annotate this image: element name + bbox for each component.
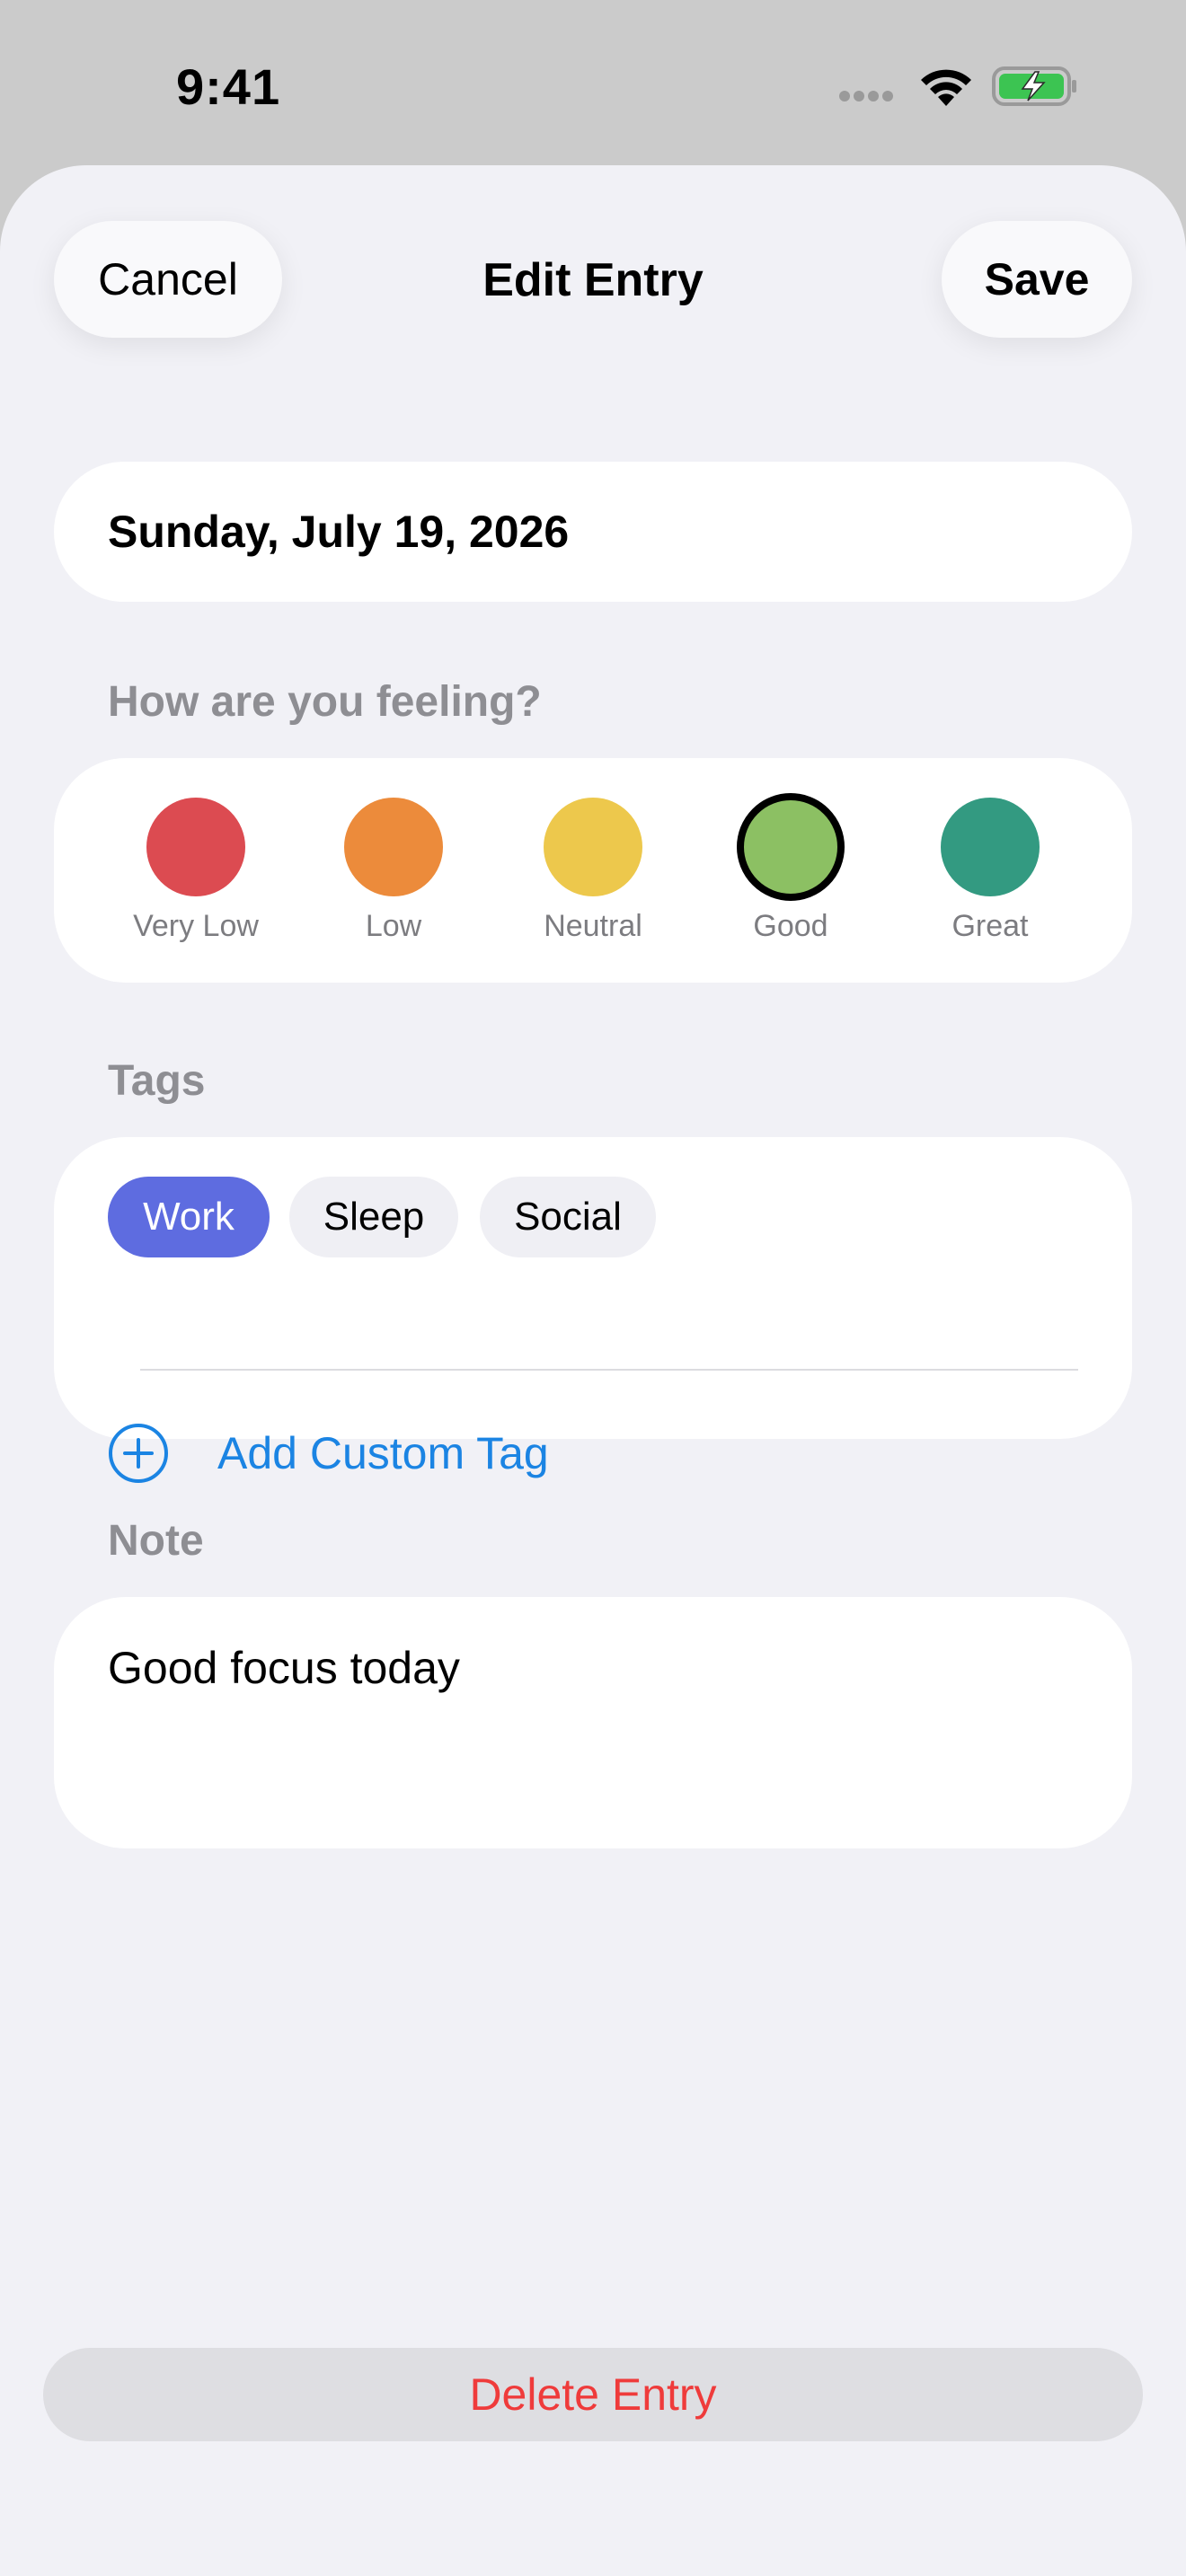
date-value: Sunday, July 19, 2026 — [108, 507, 570, 557]
plus-circle-icon — [109, 1424, 168, 1483]
mood-dot — [544, 798, 642, 896]
mood-label: Low — [365, 909, 422, 943]
add-custom-tag-button[interactable]: Add Custom Tag — [108, 1408, 549, 1498]
note-section-label: Note — [108, 1517, 204, 1565]
mood-option-very-low[interactable]: Very Low — [97, 758, 295, 944]
mood-dot — [941, 798, 1040, 896]
date-picker-field[interactable]: Sunday, July 19, 2026 — [54, 462, 1132, 602]
delete-entry-button[interactable]: Delete Entry — [43, 2348, 1143, 2441]
mood-label: Very Low — [133, 909, 259, 943]
tags-card: Work Sleep Social Add Custom Tag — [54, 1137, 1132, 1483]
mood-label: Great — [951, 909, 1029, 943]
edit-entry-sheet: Cancel Edit Entry Save Sunday, July 19, … — [0, 165, 1186, 2576]
wifi-icon — [921, 69, 971, 106]
mood-option-low[interactable]: Low — [295, 758, 492, 944]
add-custom-tag-label: Add Custom Tag — [217, 1428, 549, 1478]
note-field[interactable]: Good focus today — [54, 1597, 1132, 1848]
mood-option-great[interactable]: Great — [891, 758, 1089, 944]
tag-chip-social[interactable]: Social — [480, 1177, 656, 1257]
mood-label: Good — [753, 909, 828, 943]
tag-chip-sleep[interactable]: Sleep — [289, 1177, 458, 1257]
tags-section-label: Tags — [108, 1057, 206, 1105]
mood-section-label: How are you feeling? — [108, 678, 542, 726]
divider — [140, 1369, 1078, 1371]
mood-option-good[interactable]: Good — [692, 758, 890, 944]
mood-dot — [737, 793, 845, 901]
status-time: 9:41 — [176, 58, 281, 115]
cellular-signal-icon — [839, 90, 897, 106]
mood-dot — [344, 798, 443, 896]
tag-chip-work[interactable]: Work — [108, 1177, 270, 1257]
status-bar: 9:41 — [0, 0, 1186, 171]
save-button[interactable]: Save — [942, 221, 1132, 338]
battery-charging-icon — [992, 66, 1076, 106]
mood-selector: Very Low Low Neutral Good Great — [54, 758, 1132, 983]
mood-dot — [146, 798, 245, 896]
mood-option-neutral[interactable]: Neutral — [494, 758, 692, 944]
mood-label: Neutral — [544, 909, 642, 943]
